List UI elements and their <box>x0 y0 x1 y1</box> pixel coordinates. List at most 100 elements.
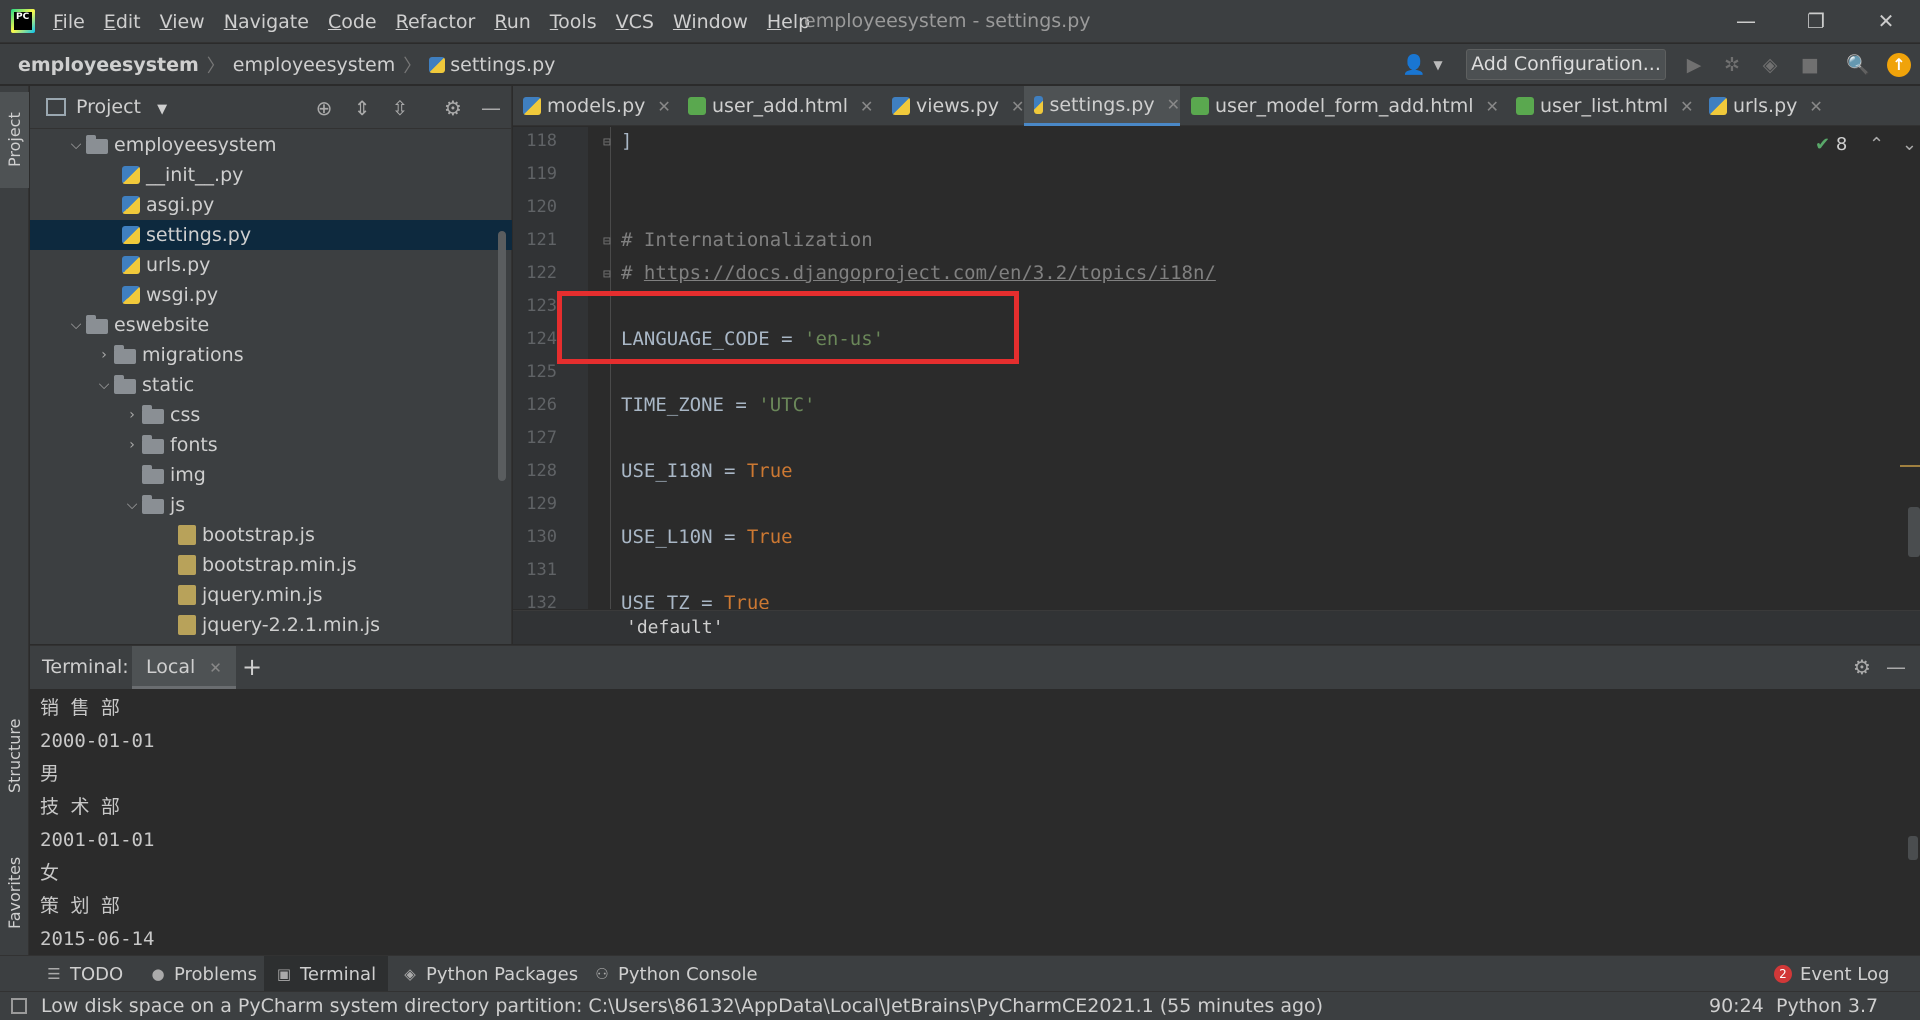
tab-user-model-form-add-html[interactable]: user_model_form_add.html ✕ <box>1181 86 1499 126</box>
chevron-down-icon[interactable]: ⌵ <box>94 377 114 393</box>
menu-code[interactable]: Code <box>328 11 377 33</box>
cursor-position[interactable]: 90:24 <box>1709 992 1764 1020</box>
breadcrumb-package[interactable]: employeesystem <box>233 54 395 76</box>
tree-item[interactable]: __init__.py <box>30 160 512 190</box>
close-icon[interactable]: ✕ <box>1680 97 1693 116</box>
expand-all-icon[interactable]: ⇕ <box>348 94 376 122</box>
close-icon[interactable]: ✕ <box>657 97 670 116</box>
close-icon[interactable]: ✕ <box>209 659 222 677</box>
add-icon[interactable]: + <box>242 646 262 689</box>
restore-button[interactable]: ❐ <box>1786 0 1846 43</box>
tab-python-packages[interactable]: ◈ Python Packages <box>390 956 590 992</box>
stop-icon[interactable]: ■ <box>1796 51 1824 79</box>
editor-breadcrumb-item[interactable]: 'default' <box>626 611 724 645</box>
tab-settings-py[interactable]: settings.py ✕ <box>1024 86 1180 126</box>
menu-window[interactable]: Window <box>673 11 748 33</box>
chevron-down-icon[interactable]: ▼ <box>1424 51 1452 79</box>
tab-terminal-local[interactable]: Local ✕ <box>132 646 236 689</box>
hide-panel-icon[interactable]: — <box>477 94 505 122</box>
menu-view[interactable]: View <box>160 11 205 33</box>
code-link[interactable]: https://docs.djangoproject.com/en/3.2/to… <box>644 262 1216 284</box>
debug-icon[interactable]: ✲ <box>1718 51 1746 79</box>
code-editor[interactable]: ⊟ ⊟ ⊟ ] # Internationalization # https:/… <box>588 127 1920 609</box>
tab-user-add-html[interactable]: user_add.html ✕ <box>678 86 873 126</box>
terminal-output[interactable]: 销 售 部 2000-01-01 男 技 术 部 2001-01-01 女 策 … <box>40 692 154 956</box>
close-icon[interactable]: ✕ <box>1167 95 1180 114</box>
project-tool-tab[interactable]: Project <box>0 92 29 188</box>
editor-scrollbar[interactable] <box>1908 507 1920 557</box>
tree-item[interactable]: ⌵ js <box>30 490 512 520</box>
tab-python-console[interactable]: ⚇ Python Console <box>582 956 770 992</box>
collapse-all-icon[interactable]: ⇳ <box>386 94 414 122</box>
tree-item[interactable]: › migrations <box>30 340 512 370</box>
chevron-down-icon[interactable]: ⌄ <box>1902 134 1917 155</box>
fold-icon[interactable]: ⊟ <box>603 135 611 150</box>
menu-navigate[interactable]: Navigate <box>224 11 309 33</box>
favorites-tool-tab[interactable]: Favorites <box>0 838 29 948</box>
status-message[interactable]: Low disk space on a PyCharm system direc… <box>41 992 1323 1020</box>
layout-toggle-icon[interactable] <box>11 998 27 1014</box>
tree-item[interactable]: ⌵ static <box>30 370 512 400</box>
minimize-button[interactable]: — <box>1716 0 1776 43</box>
close-window-button[interactable]: ✕ <box>1856 0 1916 43</box>
chevron-right-icon[interactable]: › <box>122 407 142 423</box>
breadcrumb-file[interactable]: settings.py <box>450 54 555 76</box>
inspection-widget[interactable]: ✔ 8 ⌃ ⌄ <box>1815 134 1917 155</box>
tree-item[interactable]: › fonts <box>30 430 512 460</box>
fold-icon[interactable]: ⊟ <box>603 234 611 249</box>
tree-item[interactable]: urls.py <box>30 250 512 280</box>
gear-icon[interactable]: ⚙ <box>1848 653 1876 681</box>
close-icon[interactable]: ✕ <box>1486 97 1499 116</box>
chevron-down-icon[interactable]: ⌵ <box>66 137 86 153</box>
tree-item[interactable]: jquery-2.2.1.min.js <box>30 610 512 640</box>
terminal-scrollbar[interactable] <box>1908 836 1918 860</box>
project-panel-title[interactable]: Project ▼ <box>76 86 167 129</box>
menu-file[interactable]: File <box>53 11 85 33</box>
update-icon[interactable]: ↑ <box>1887 53 1911 77</box>
structure-tool-tab[interactable]: Structure <box>0 706 29 806</box>
add-configuration-button[interactable]: Add Configuration... <box>1466 49 1666 80</box>
gear-icon[interactable]: ⚙ <box>439 94 467 122</box>
tab-urls-py[interactable]: urls.py ✕ <box>1699 86 1823 126</box>
tab-todo[interactable]: ☰ TODO <box>34 956 135 992</box>
chevron-down-icon[interactable]: ⌵ <box>122 497 142 513</box>
menu-run[interactable]: Run <box>494 11 530 33</box>
coverage-icon[interactable]: ◈ <box>1756 51 1784 79</box>
event-log-button[interactable]: 2 Event Log <box>1762 956 1901 992</box>
tab-user-list-html[interactable]: user_list.html ✕ <box>1506 86 1694 126</box>
tree-item[interactable]: img <box>30 460 512 490</box>
menu-vcs[interactable]: VCS <box>616 11 654 33</box>
tree-item[interactable]: asgi.py <box>30 190 512 220</box>
tree-item[interactable]: wsgi.py <box>30 280 512 310</box>
locate-file-icon[interactable]: ⊕ <box>310 94 338 122</box>
hide-panel-icon[interactable]: — <box>1882 653 1910 681</box>
tree-item-selected[interactable]: settings.py <box>30 220 512 250</box>
menu-edit[interactable]: Edit <box>104 11 141 33</box>
close-icon[interactable]: ✕ <box>1809 97 1822 116</box>
tree-item[interactable]: › css <box>30 400 512 430</box>
tree-item[interactable]: bootstrap.min.js <box>30 550 512 580</box>
chevron-down-icon[interactable]: ⌵ <box>66 317 86 333</box>
tree-item[interactable]: jquery.min.js <box>30 580 512 610</box>
tab-views-py[interactable]: views.py ✕ <box>882 86 1024 126</box>
chevron-right-icon[interactable]: › <box>122 437 142 453</box>
tab-models-py[interactable]: models.py ✕ <box>513 86 671 126</box>
chevron-right-icon[interactable]: › <box>94 347 114 363</box>
breadcrumb-project[interactable]: employeesystem <box>18 54 199 76</box>
close-icon[interactable]: ✕ <box>860 97 873 116</box>
tab-terminal[interactable]: ▣ Terminal <box>264 956 389 992</box>
menu-refactor[interactable]: Refactor <box>396 11 476 33</box>
close-icon[interactable]: ✕ <box>1011 97 1024 116</box>
project-scrollbar[interactable] <box>498 231 506 481</box>
python-interpreter[interactable]: Python 3.7 <box>1776 992 1878 1020</box>
tree-item[interactable]: ⌵ employeesystem <box>30 130 512 160</box>
tab-problems[interactable]: ● Problems <box>138 956 269 992</box>
tree-item[interactable]: ⌵ eswebsite <box>30 310 512 340</box>
run-icon[interactable]: ▶ <box>1680 51 1708 79</box>
fold-icon[interactable]: ⊟ <box>603 267 611 282</box>
search-icon[interactable]: 🔍 <box>1844 51 1872 79</box>
menu-tools[interactable]: Tools <box>550 11 597 33</box>
error-stripe-mark[interactable] <box>1900 465 1920 467</box>
tree-item[interactable]: bootstrap.js <box>30 520 512 550</box>
chevron-up-icon[interactable]: ⌃ <box>1869 134 1884 155</box>
